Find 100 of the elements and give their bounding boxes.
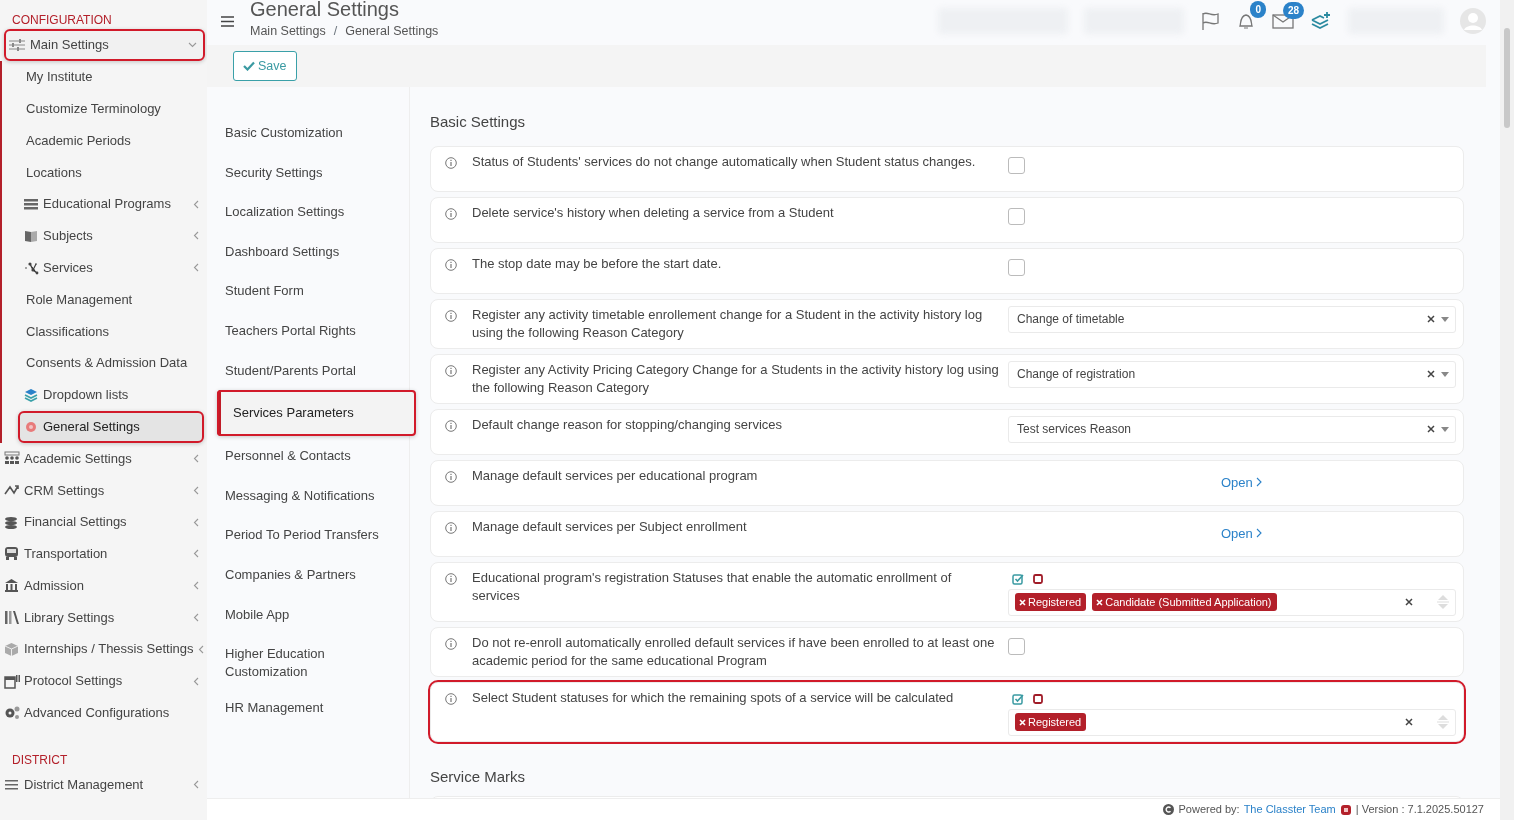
checkbox[interactable] (1008, 207, 1025, 225)
bell-icon[interactable] (1236, 11, 1256, 31)
chevron-icon (193, 485, 199, 495)
chevron-icon (197, 644, 204, 654)
clear-icon[interactable] (1427, 425, 1435, 433)
submenu-item[interactable]: Services Parameters (217, 390, 416, 437)
gear-icon (24, 419, 39, 434)
tag-chip[interactable]: Registered (1015, 712, 1087, 732)
team-link[interactable]: The Classter Team (1243, 801, 1336, 818)
sidebar-item[interactable]: Advanced Configurations (0, 696, 207, 729)
clear-all-icon[interactable] (1032, 572, 1044, 585)
select-field[interactable]: Change of timetable (1008, 305, 1456, 333)
select-field[interactable]: Change of registration (1008, 360, 1456, 388)
scrollbar-thumb[interactable] (1504, 28, 1510, 128)
tag-chip[interactable]: Candidate (Submitted Application) (1092, 592, 1277, 612)
info-icon (445, 207, 457, 220)
page-title: General Settings (250, 0, 400, 19)
open-link[interactable]: Open (1221, 523, 1262, 543)
submenu-item[interactable]: Messaging & Notifications (207, 475, 409, 516)
chevron-icon (193, 780, 199, 790)
info-icon (445, 572, 457, 585)
sidebar-item[interactable]: Admission (0, 569, 207, 602)
submenu-item[interactable]: Period To Period Transfers (207, 515, 409, 555)
info-icon (445, 637, 457, 650)
checkbox[interactable] (1008, 156, 1025, 174)
chevron-icon (1255, 528, 1262, 539)
chevron-icon (193, 676, 199, 686)
calendar-icon (4, 673, 20, 689)
info-icon (445, 692, 457, 705)
check-icon (243, 61, 255, 71)
submenu-item[interactable]: Dashboard Settings (207, 231, 409, 272)
remove-icon[interactable] (1019, 718, 1026, 726)
submenu-item[interactable]: Basic Customization (207, 113, 409, 153)
sidebar-item[interactable]: Main Settings (4, 29, 205, 61)
breadcrumb-item[interactable]: Main Settings (250, 22, 326, 41)
info-icon (445, 419, 457, 432)
submenu-item[interactable]: Student/Parents Portal (207, 350, 409, 391)
sidebar-item[interactable]: Services (2, 251, 207, 284)
sidebar-item[interactable]: Consents & Admission Data (2, 347, 207, 379)
sidebar-item[interactable]: District Management (0, 768, 207, 801)
clear-icon[interactable] (1405, 718, 1413, 726)
sidebar-item[interactable]: Internships / Thessis Settings (0, 633, 207, 666)
submenu-item[interactable]: Localization Settings (207, 192, 409, 232)
sidebar-item[interactable]: Academic Settings (0, 442, 207, 475)
sidebar-item[interactable]: Classifications (2, 315, 207, 348)
checkbox[interactable] (1008, 637, 1025, 655)
sidebar-item[interactable]: Library Settings (0, 601, 207, 634)
sort-arrows-icon (1437, 714, 1449, 730)
setting-label: Do not re-enroll automatically enrolled default services if have been enrolled to at least one academic period for the same educational Program (472, 633, 996, 670)
checkbox[interactable] (1008, 258, 1025, 276)
submenu-item[interactable]: Teachers Portal Rights (207, 310, 409, 351)
sidebar-item[interactable]: Transportation (0, 537, 207, 570)
network-icon (24, 260, 39, 275)
chevron-icon (1255, 477, 1262, 488)
submenu-item[interactable]: Security Settings (207, 152, 409, 193)
sidebar-item[interactable]: My Institute (2, 61, 207, 93)
setting-label: Register any Activity Pricing Category Change for a Students in the activity history log using the following Reason Category (472, 360, 1000, 397)
sidebar-item[interactable]: Role Management (2, 283, 207, 316)
count-badge: 0 (1250, 1, 1266, 18)
chevron-icon (193, 263, 199, 273)
submenu-item[interactable]: Mobile App (207, 594, 409, 635)
sidebar-item[interactable]: General Settings (18, 410, 204, 443)
sidebar-item[interactable]: Customize Terminology (2, 92, 207, 125)
multi-select-field[interactable]: Registered (1008, 708, 1456, 736)
remove-icon[interactable] (1096, 598, 1104, 606)
clear-icon[interactable] (1405, 598, 1413, 606)
bank-icon (4, 578, 20, 594)
logo-icon (1339, 803, 1352, 816)
select-all-icon[interactable] (1012, 692, 1024, 705)
sidebar-item[interactable]: CRM Settings (0, 474, 207, 507)
mail-icon[interactable] (1272, 12, 1294, 30)
submenu-item[interactable]: Personnel & Contacts (207, 436, 409, 476)
caret-icon (1441, 371, 1449, 377)
sidebar-item[interactable]: Subjects (2, 220, 207, 252)
clear-icon[interactable] (1427, 370, 1435, 378)
sidebar-item[interactable]: Academic Periods (2, 124, 207, 157)
sidebar-item[interactable]: Educational Programs (2, 188, 207, 220)
sidebar-item[interactable]: Dropdown lists (2, 378, 207, 411)
tag-chip[interactable]: Registered (1015, 592, 1087, 612)
clear-all-icon[interactable] (1032, 692, 1044, 705)
open-link[interactable]: Open (1221, 472, 1262, 492)
coins-icon (4, 514, 20, 530)
submenu-item[interactable]: Companies & Partners (207, 554, 409, 595)
layers-plus-icon[interactable] (1310, 11, 1332, 31)
flag-icon[interactable] (1200, 11, 1220, 31)
multi-select-field[interactable]: Registered Candidate (Submitted Application) (1008, 588, 1456, 616)
sidebar-item[interactable]: Protocol Settings (0, 665, 207, 697)
select-field[interactable]: Test services Reason (1008, 415, 1456, 443)
breadcrumb-separator: / (333, 23, 338, 40)
remove-icon[interactable] (1019, 598, 1026, 606)
chevron-icon (193, 581, 199, 591)
menu-icon[interactable] (221, 16, 234, 27)
select-all-icon[interactable] (1012, 572, 1024, 585)
clear-icon[interactable] (1427, 315, 1435, 323)
submenu-item[interactable]: Student Form (207, 271, 409, 311)
sidebar-item[interactable]: Locations (2, 156, 207, 189)
breadcrumb-item: General Settings (345, 23, 439, 40)
sidebar-item[interactable]: Financial Settings (0, 506, 207, 538)
section-title: Basic Settings (430, 112, 527, 132)
setting-label: Select Student statuses for which the remaining spots of a service will be calculated (472, 688, 954, 707)
